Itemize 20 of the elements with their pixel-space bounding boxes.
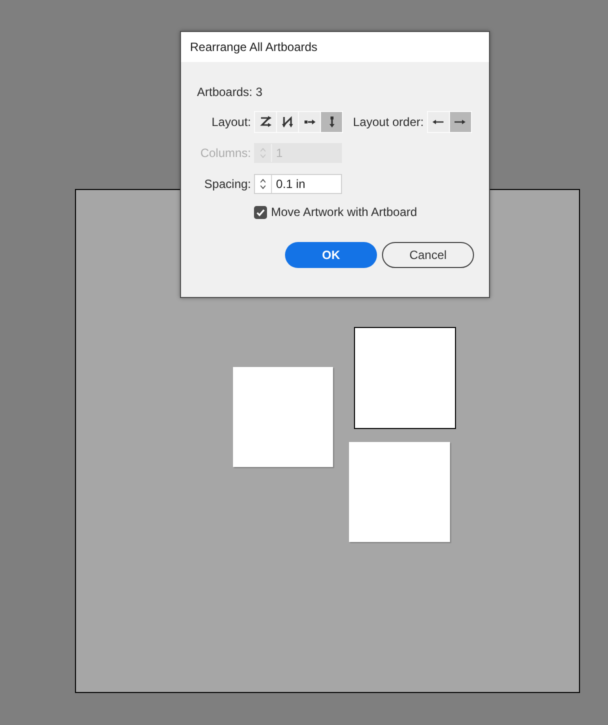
layout-label: Layout: <box>210 115 251 129</box>
zigzag-right-arrow-icon <box>260 116 272 128</box>
layout-order-label: Layout order: <box>353 115 424 129</box>
layout-order-button[interactable] <box>448 111 472 133</box>
dialog-title: Rearrange All Artboards <box>190 40 318 54</box>
checkbox[interactable] <box>254 206 267 218</box>
layout-button[interactable] <box>320 111 343 133</box>
zigzag-down-arrow-icon <box>282 116 294 128</box>
layout-button[interactable] <box>254 111 277 133</box>
checkbox-label: Move Artwork with Artboard <box>271 205 418 219</box>
layout-button[interactable] <box>298 111 321 133</box>
ok-button[interactable]: OK <box>285 242 377 268</box>
columns-label: Columns: <box>199 146 251 160</box>
layout-button[interactable] <box>276 111 299 133</box>
cancel-button[interactable]: Cancel <box>382 242 474 268</box>
spacing-field[interactable]: 0.1 in <box>254 174 342 194</box>
spacing-label: Spacing: <box>203 177 251 191</box>
layout-order-button[interactable] <box>426 111 450 133</box>
stepper-icon[interactable] <box>259 177 267 191</box>
artboards-count: Artboards: 3 <box>197 85 262 99</box>
